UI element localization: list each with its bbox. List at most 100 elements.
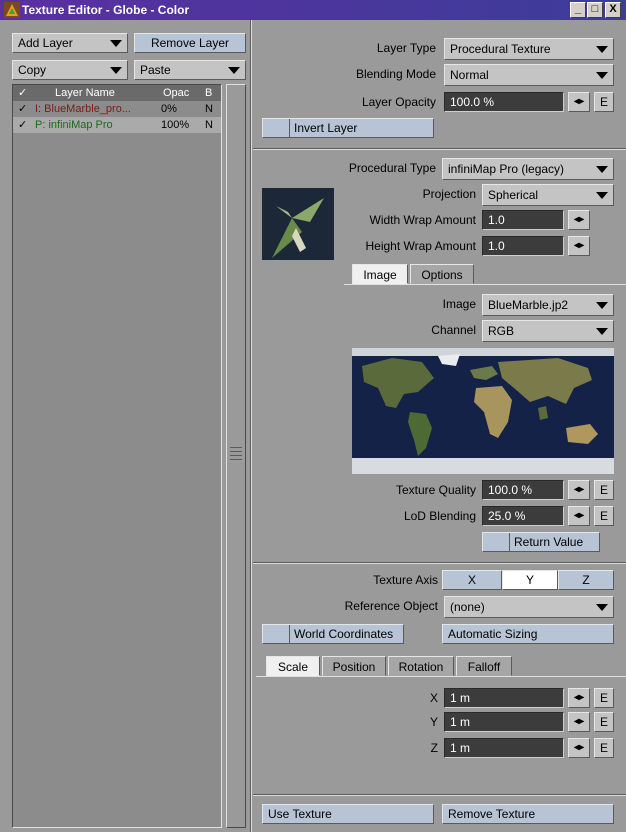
minimize-button[interactable]: _: [570, 2, 586, 18]
copy-dropdown[interactable]: Copy: [12, 60, 128, 80]
texture-quality-label: Texture Quality: [395, 483, 476, 497]
check-column-header: ✓: [18, 87, 28, 99]
chevron-down-icon: [110, 67, 122, 74]
return-value-label: Return Value: [514, 535, 584, 549]
axis-z-button[interactable]: Z: [558, 570, 614, 590]
layer-type-dropdown[interactable]: Procedural Texture: [444, 38, 614, 60]
layer-enabled-check[interactable]: ✓: [18, 101, 27, 117]
layer-list-scrollbar[interactable]: [226, 84, 246, 828]
scale-z-arrows-icon[interactable]: ◂▸: [568, 738, 590, 758]
invert-layer-checkbox[interactable]: [263, 119, 290, 137]
scale-x-arrows-icon[interactable]: ◂▸: [568, 688, 590, 708]
tab-image[interactable]: Image: [352, 264, 408, 284]
invert-layer-toggle[interactable]: Invert Layer: [262, 118, 434, 138]
lod-blending-field[interactable]: 25.0 %: [482, 506, 564, 526]
automatic-sizing-button[interactable]: Automatic Sizing: [442, 624, 614, 644]
blending-mode-label: Blending Mode: [355, 67, 436, 81]
scroll-grip[interactable]: [230, 447, 242, 448]
chevron-down-icon: [596, 302, 608, 309]
width-wrap-field[interactable]: 1.0: [482, 210, 564, 230]
use-texture-button[interactable]: Use Texture: [262, 804, 434, 824]
lod-arrows-icon[interactable]: ◂▸: [568, 506, 590, 526]
opacity-envelope-button[interactable]: E: [594, 92, 614, 112]
opacity-column-header[interactable]: Opac: [163, 85, 189, 101]
axis-y-button[interactable]: Y: [502, 570, 558, 590]
layer-row[interactable]: ✓ I: BlueMarble_pro... 0% N: [13, 101, 221, 117]
preview-image-icon: [262, 188, 334, 260]
section-separator: [253, 148, 626, 150]
image-dropdown[interactable]: BlueMarble.jp2: [482, 294, 614, 316]
chevron-down-icon: [596, 72, 608, 79]
texture-quality-field[interactable]: 100.0 %: [482, 480, 564, 500]
texture-editor-window: Texture Editor - Globe - Color _ □ X Add…: [0, 0, 626, 832]
scale-x-envelope-button[interactable]: E: [594, 688, 614, 708]
channel-dropdown[interactable]: RGB: [482, 320, 614, 342]
remove-texture-button[interactable]: Remove Texture: [442, 804, 614, 824]
procedural-type-dropdown[interactable]: infiniMap Pro (legacy): [442, 158, 614, 180]
quality-arrows-icon[interactable]: ◂▸: [568, 480, 590, 500]
layer-opacity: 0%: [161, 103, 177, 115]
tab-scale[interactable]: Scale: [266, 656, 320, 676]
scale-z-label: Z: [430, 741, 438, 755]
image-value: BlueMarble.jp2: [488, 298, 569, 312]
tab-position[interactable]: Position: [322, 656, 386, 676]
reference-object-value: (none): [450, 600, 485, 614]
layer-enabled-check[interactable]: ✓: [18, 117, 27, 133]
layer-name: P: infiniMap Pro: [35, 119, 113, 131]
scale-x-field[interactable]: 1 m: [444, 688, 564, 708]
remove-layer-button[interactable]: Remove Layer: [134, 33, 246, 53]
add-layer-label: Add Layer: [18, 36, 73, 50]
tab-falloff[interactable]: Falloff: [456, 656, 512, 676]
close-button[interactable]: X: [605, 2, 621, 18]
tab-options[interactable]: Options: [410, 264, 474, 284]
axis-x-button[interactable]: X: [442, 570, 502, 590]
lod-envelope-button[interactable]: E: [594, 506, 614, 526]
world-coordinates-checkbox[interactable]: [263, 625, 290, 643]
title-bar[interactable]: Texture Editor - Globe - Color _ □ X: [0, 0, 626, 20]
tab-rotation[interactable]: Rotation: [388, 656, 454, 676]
height-wrap-arrows-icon[interactable]: ◂▸: [568, 236, 590, 256]
world-coordinates-label: World Coordinates: [294, 627, 394, 641]
scroll-grip[interactable]: [230, 459, 242, 460]
layer-opacity-field[interactable]: 100.0 %: [444, 92, 564, 112]
scale-z-field[interactable]: 1 m: [444, 738, 564, 758]
window-title: Texture Editor - Globe - Color: [22, 3, 190, 17]
projection-dropdown[interactable]: Spherical: [482, 184, 614, 206]
add-layer-dropdown[interactable]: Add Layer: [12, 33, 128, 53]
copy-label: Copy: [18, 63, 47, 77]
procedural-type-value: infiniMap Pro (legacy): [448, 162, 565, 176]
width-wrap-arrows-icon[interactable]: ◂▸: [568, 210, 590, 230]
panel-divider: [250, 20, 252, 832]
scale-y-arrows-icon[interactable]: ◂▸: [568, 712, 590, 732]
scale-z-envelope-button[interactable]: E: [594, 738, 614, 758]
layer-blend: N: [205, 119, 213, 131]
paste-dropdown[interactable]: Paste: [134, 60, 246, 80]
return-value-checkbox[interactable]: [483, 533, 510, 551]
layer-row[interactable]: ✓ P: infiniMap Pro 100% N: [13, 117, 221, 133]
name-column-header[interactable]: Layer Name: [55, 85, 115, 101]
world-coordinates-toggle[interactable]: World Coordinates: [262, 624, 404, 644]
app-icon: [4, 2, 20, 18]
blending-mode-dropdown[interactable]: Normal: [444, 64, 614, 86]
chevron-down-icon: [596, 604, 608, 611]
invert-layer-label: Invert Layer: [294, 121, 358, 135]
paste-label: Paste: [140, 63, 171, 77]
layer-opacity: 100%: [161, 119, 190, 131]
scale-y-envelope-button[interactable]: E: [594, 712, 614, 732]
scroll-grip[interactable]: [230, 455, 242, 456]
width-wrap-label: Width Wrap Amount: [369, 213, 477, 227]
return-value-toggle[interactable]: Return Value: [482, 532, 600, 552]
height-wrap-field[interactable]: 1.0: [482, 236, 564, 256]
quality-envelope-button[interactable]: E: [594, 480, 614, 500]
opacity-slider-arrows-icon[interactable]: ◂▸: [568, 92, 590, 112]
maximize-button[interactable]: □: [587, 2, 603, 18]
layer-list[interactable]: ✓ Layer Name Opac B ✓ I: BlueMarble_pro.…: [12, 84, 222, 828]
chevron-down-icon: [596, 46, 608, 53]
blend-column-header[interactable]: B: [205, 85, 212, 101]
channel-value: RGB: [488, 324, 515, 338]
scale-y-field[interactable]: 1 m: [444, 712, 564, 732]
tab-underline: [344, 284, 626, 285]
reference-object-dropdown[interactable]: (none): [444, 596, 614, 618]
scroll-grip[interactable]: [230, 451, 242, 452]
section-separator: [253, 794, 626, 796]
